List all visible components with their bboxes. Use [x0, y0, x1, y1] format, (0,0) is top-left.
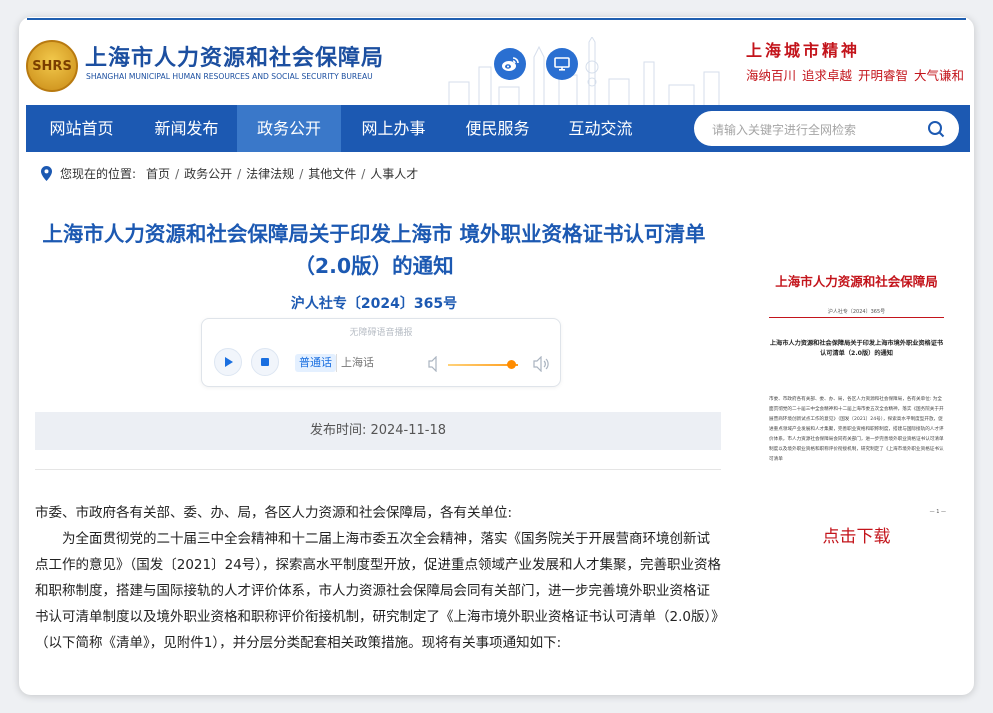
search-box [694, 111, 959, 148]
document-number: 沪人社专〔2024〕365号 [290, 296, 458, 312]
search-input[interactable] [710, 111, 914, 148]
thumbnail-org: 上海市人力资源和社会保障局 [775, 274, 938, 289]
logo-text: SHRS [32, 58, 72, 74]
player-caption: 无障碍语音播报 [349, 328, 413, 338]
shanghainese-option[interactable]: 上海话 [336, 354, 378, 372]
thumbnail-title: 上海市人力资源和社会保障局关于印发上海市境外职业资格证书认可清单（2.0版）的通… [769, 340, 944, 357]
nav-item-online-services[interactable]: 网上办事 [346, 105, 441, 152]
stop-button[interactable] [251, 348, 279, 376]
spirit-word: 大气谦和 [914, 68, 965, 83]
volume-knob[interactable] [507, 360, 516, 369]
spirit-word: 开明睿智 [858, 68, 909, 83]
play-button[interactable] [214, 348, 242, 376]
publish-bar: 发布时间: 2024-11-18 [35, 412, 721, 450]
city-spirit-words: 海纳百川 追求卓越 开明睿智 大气谦和 [746, 65, 970, 84]
city-spirit-title: 上海城市精神 [746, 41, 861, 60]
weibo-icon [502, 57, 519, 71]
nav-item-public-services[interactable]: 便民服务 [450, 105, 545, 152]
weibo-button[interactable] [494, 48, 526, 80]
thumbnail-page-number: — 1 — [929, 509, 946, 515]
document-thumbnail[interactable]: 上海市人力资源和社会保障局 沪人社专〔2024〕365号 上海市人力资源和社会保… [761, 255, 952, 519]
audio-player: 无障碍语音播报 普通话 上海话 [201, 318, 561, 387]
thumbnail-rule [769, 317, 944, 318]
nav-item-interaction[interactable]: 互动交流 [553, 105, 648, 152]
download-link[interactable]: 点击下载 [761, 522, 952, 547]
breadcrumb-other-files[interactable]: 其他文件 [308, 165, 356, 182]
stop-icon [261, 358, 269, 366]
spirit-word: 追求卓越 [802, 68, 853, 83]
nav-item-home[interactable]: 网站首页 [34, 105, 129, 152]
mandarin-option[interactable]: 普通话 [295, 354, 336, 372]
site-title[interactable]: 上海市人力资源和社会保障局 [85, 40, 384, 72]
breadcrumb-personnel[interactable]: 人事人才 [370, 165, 418, 182]
breadcrumb: 您现在的位置: 首页 / 政务公开 / 法律法规 / 其他文件 / 人事人才 [41, 165, 418, 182]
volume-high-icon[interactable] [533, 356, 551, 372]
salutation: 市委、市政府各有关部、委、办、局，各区人力资源和社会保障局，各有关单位: [35, 505, 513, 521]
nav-item-government-affairs[interactable]: 政务公开 [237, 105, 341, 152]
volume-low-icon[interactable] [428, 356, 442, 372]
site-subtitle: SHANGHAI MUNICIPAL HUMAN RESOURCES AND S… [86, 72, 373, 81]
bureau-logo[interactable]: SHRS [26, 40, 78, 92]
publish-label: 发布时间: [309, 423, 371, 438]
breadcrumb-separator: / [175, 166, 180, 181]
breadcrumb-label: 您现在的位置: [60, 167, 137, 181]
article-title: 上海市人力资源和社会保障局关于印发上海市 境外职业资格证书认可清单（2.0版）的… [42, 222, 706, 278]
spirit-word: 海纳百川 [746, 68, 797, 83]
breadcrumb-home[interactable]: 首页 [146, 165, 170, 182]
publish-date: 2024-11-18 [370, 423, 447, 438]
location-pin-icon [41, 166, 52, 181]
divider [35, 469, 721, 470]
breadcrumb-separator: / [237, 166, 242, 181]
desktop-icon [554, 57, 570, 71]
top-border [27, 18, 966, 20]
nav-item-news[interactable]: 新闻发布 [139, 105, 234, 152]
thumbnail-doc-number: 沪人社专〔2024〕365号 [827, 309, 886, 315]
play-icon [225, 357, 233, 367]
article-body: 市委、市政府各有关部、委、办、局，各区人力资源和社会保障局，各有关单位: 为全面… [35, 500, 723, 656]
body-paragraph: 为全面贯彻党的二十届三中全会精神和十二届上海市委五次全会精神，落实《国务院关于开… [35, 531, 722, 651]
browser-page: SHRS 上海市人力资源和社会保障局 SHANGHAI MUNICIPAL HU… [19, 17, 974, 695]
search-icon[interactable] [927, 120, 945, 138]
breadcrumb-separator: / [299, 166, 304, 181]
desktop-button[interactable] [546, 48, 578, 80]
breadcrumb-government-affairs[interactable]: 政务公开 [184, 165, 232, 182]
skyline-illustration [448, 37, 720, 105]
main-nav: 网站首页 新闻发布 政务公开 网上办事 便民服务 互动交流 [26, 105, 970, 152]
thumbnail-body: 市委、市政府各有关部、委、办、局，各区人力资源和社会保障局，各有关单位: 为全面… [769, 397, 944, 462]
breadcrumb-separator: / [361, 166, 366, 181]
breadcrumb-laws[interactable]: 法律法规 [246, 165, 294, 182]
